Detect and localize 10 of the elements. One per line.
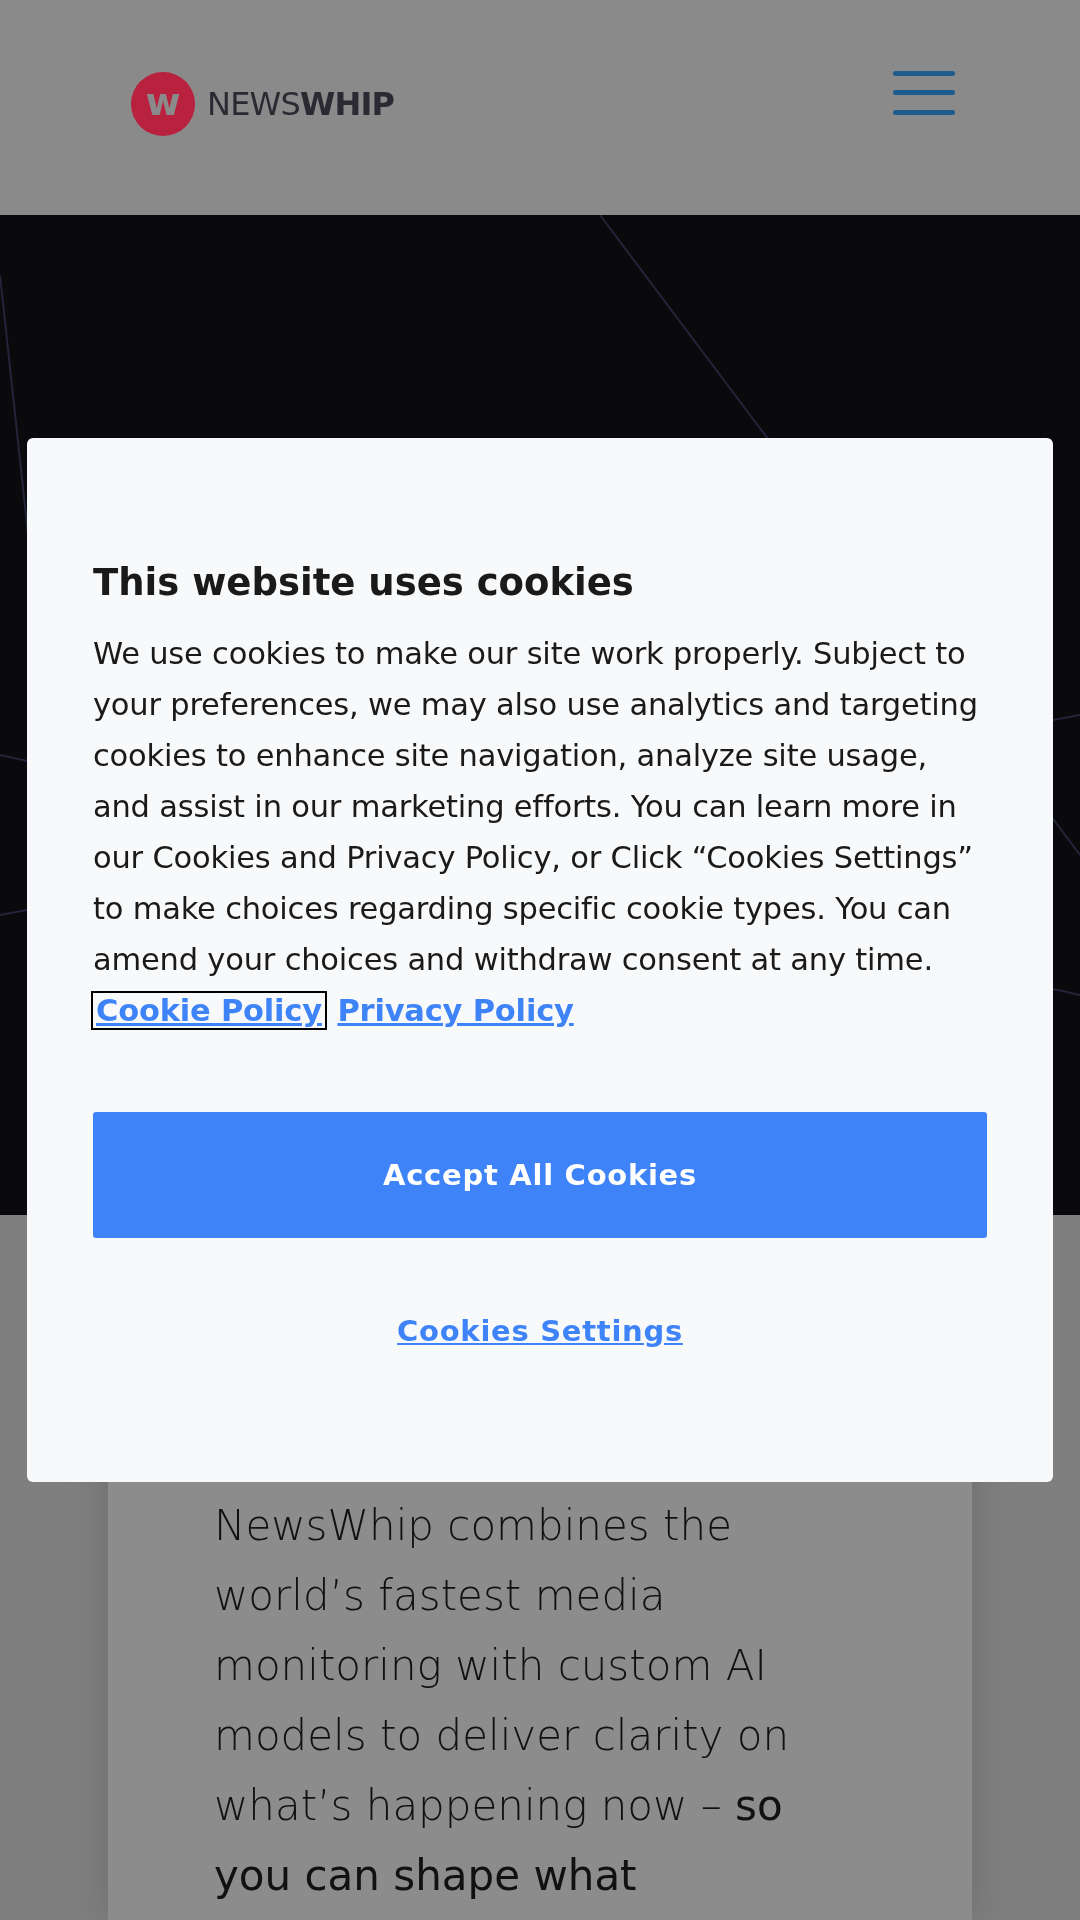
- policy-link[interactable]: Privacy Policy: [334, 993, 577, 1029]
- logo-icon: w: [131, 71, 195, 136]
- dialog-title: This website uses cookies: [93, 560, 635, 606]
- dialog-body-text: We use cookies to make our site work properly. Subject to your preferences, we may also use analytics and targeting cookies to enhance site navigation, analyze site usage, and assist in our marketing efforts. You can learn more in our Cookies and Privacy Policy, or Click “Cookies Settings” to make choices regarding specific cookie types. You can amend your choices and withdraw consent at any time.: [93, 636, 978, 978]
- logo-text: NEWSWHIP: [207, 83, 395, 125]
- policy-link[interactable]: Cookie Policy: [93, 993, 325, 1029]
- intro-paragraph: NewsWhip combines the world’s fastest media monitoring with custom AI models to deliver clarity on what’s happening now – so you can shape what: [214, 1500, 791, 1902]
- menu-icon[interactable]: [893, 70, 955, 115]
- cookies-settings-link[interactable]: Cookies Settings: [397, 1310, 683, 1354]
- accept-all-button[interactable]: Accept All Cookies: [93, 1112, 987, 1239]
